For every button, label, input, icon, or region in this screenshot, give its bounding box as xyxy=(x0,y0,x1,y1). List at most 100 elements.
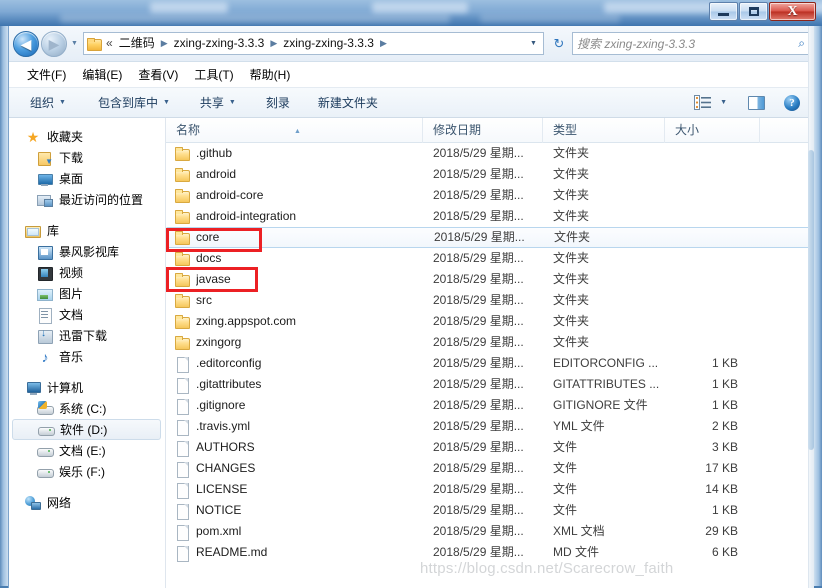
table-row[interactable]: android 2018/5/29 星期... 文件夹 xyxy=(166,164,814,185)
star-icon: ★ xyxy=(26,128,40,145)
sidebar-item-music[interactable]: ♪ 音乐 xyxy=(9,346,165,367)
breadcrumb-separator-icon[interactable]: ▶ xyxy=(267,36,280,51)
sidebar-item-favorites[interactable]: ★ 收藏夹 xyxy=(9,126,165,147)
cell-name[interactable]: README.md xyxy=(166,543,423,562)
cell-name[interactable]: android-core xyxy=(166,186,423,205)
help-button[interactable]: ? xyxy=(780,93,804,113)
cell-name[interactable]: core xyxy=(167,228,424,247)
table-row[interactable]: CHANGES 2018/5/29 星期... 文件 17 KB xyxy=(166,458,814,479)
cell-name[interactable]: NOTICE xyxy=(166,501,423,520)
back-button[interactable]: ◀ xyxy=(13,30,39,57)
address-input[interactable]: « 二维码 ▶ zxing-zxing-3.3.3 ▶ zxing-zxing-… xyxy=(83,32,544,55)
cell-name[interactable]: AUTHORS xyxy=(166,438,423,457)
recent-pages-button[interactable]: ▼ xyxy=(68,34,81,54)
sidebar-item-documents[interactable]: 文档 xyxy=(9,304,165,325)
search-box[interactable]: 搜索 zxing-zxing-3.3.3 ⌕ xyxy=(572,32,810,55)
sidebar-item-network[interactable]: 网络 xyxy=(9,492,165,513)
minimize-button[interactable] xyxy=(709,2,738,21)
sidebar-label: 文档 (E:) xyxy=(59,444,106,458)
title-bar[interactable]: X xyxy=(0,0,822,26)
table-row[interactable]: android-core 2018/5/29 星期... 文件夹 xyxy=(166,185,814,206)
view-dropdown-button[interactable]: ▼ xyxy=(719,97,731,108)
menu-file[interactable]: 文件(F) xyxy=(19,64,74,86)
sidebar-item-desktop[interactable]: 桌面 xyxy=(9,168,165,189)
menu-help[interactable]: 帮助(H) xyxy=(242,64,299,86)
table-row[interactable]: .github 2018/5/29 星期... 文件夹 xyxy=(166,143,814,164)
cell-name[interactable]: .gitattributes xyxy=(166,375,423,394)
menu-edit[interactable]: 编辑(E) xyxy=(74,64,130,86)
breadcrumb-overflow[interactable]: « xyxy=(104,34,116,53)
cell-name[interactable]: android-integration xyxy=(166,207,423,226)
column-header-name[interactable]: ▲ 名称 xyxy=(166,118,423,143)
table-row[interactable]: zxing.appspot.com 2018/5/29 星期... 文件夹 xyxy=(166,311,814,332)
refresh-button[interactable]: ↻ xyxy=(548,33,570,55)
close-button[interactable]: X xyxy=(769,2,816,21)
breadcrumb-separator-icon[interactable]: ▶ xyxy=(158,36,171,51)
sidebar-item-computer[interactable]: 计算机 xyxy=(9,377,165,398)
sidebar-item-downloads[interactable]: 下载 xyxy=(9,147,165,168)
cell-name[interactable]: CHANGES xyxy=(166,459,423,478)
table-row[interactable]: AUTHORS 2018/5/29 星期... 文件 3 KB xyxy=(166,437,814,458)
toolbar-burn[interactable]: 刻录 xyxy=(259,92,297,114)
cell-name[interactable]: src xyxy=(166,291,423,310)
toolbar-new-folder[interactable]: 新建文件夹 xyxy=(311,92,385,114)
file-list-pane[interactable]: ▲ 名称 修改日期 类型 大小 .github 2018/5/29 星期... 文件… xyxy=(166,118,814,588)
breadcrumb-item-0[interactable]: 二维码 xyxy=(116,34,158,53)
column-header-size[interactable]: 大小 xyxy=(665,118,760,143)
table-row[interactable]: LICENSE 2018/5/29 星期... 文件 14 KB xyxy=(166,479,814,500)
toolbar-organize[interactable]: 组织 ▼ xyxy=(23,92,73,114)
navigation-pane[interactable]: ★ 收藏夹 下载 桌面 最近访问的位置 xyxy=(9,118,166,588)
cell-name[interactable]: .github xyxy=(166,144,423,163)
sidebar-item-drive-d[interactable]: 软件 (D:) xyxy=(12,419,161,440)
sidebar-item-libraries[interactable]: 库 xyxy=(9,220,165,241)
table-row[interactable]: src 2018/5/29 星期... 文件夹 xyxy=(166,290,814,311)
cell-name[interactable]: android xyxy=(166,165,423,184)
sidebar-item-drive-c[interactable]: 系统 (C:) xyxy=(9,398,165,419)
maximize-button[interactable] xyxy=(739,2,768,21)
cell-date: 2018/5/29 星期... xyxy=(433,377,524,391)
cell-name[interactable]: javase xyxy=(166,270,423,289)
table-row[interactable]: core 2018/5/29 星期... 文件夹 xyxy=(166,227,814,248)
show-preview-pane-button[interactable] xyxy=(744,94,769,112)
table-row[interactable]: javase 2018/5/29 星期... 文件夹 xyxy=(166,269,814,290)
toolbar-share[interactable]: 共享 ▼ xyxy=(193,92,243,114)
cell-name[interactable]: docs xyxy=(166,249,423,268)
breadcrumb-separator-icon[interactable]: ▶ xyxy=(377,36,390,51)
menu-view[interactable]: 查看(V) xyxy=(130,64,186,86)
sidebar-item-videos[interactable]: 视频 xyxy=(9,262,165,283)
column-header-type[interactable]: 类型 xyxy=(543,118,665,143)
table-row[interactable]: .gitattributes 2018/5/29 星期... GITATTRIBUT… xyxy=(166,374,814,395)
cell-name[interactable]: zxing.appspot.com xyxy=(166,312,423,331)
sidebar-item-baofeng-library[interactable]: 暴风影视库 xyxy=(9,241,165,262)
cell-name[interactable]: pom.xml xyxy=(166,522,423,541)
column-header-date[interactable]: 修改日期 xyxy=(423,118,543,143)
table-row[interactable]: NOTICE 2018/5/29 星期... 文件 1 KB xyxy=(166,500,814,521)
sidebar-item-drive-e[interactable]: 文档 (E:) xyxy=(9,440,165,461)
table-row[interactable]: pom.xml 2018/5/29 星期... XML 文档 29 KB xyxy=(166,521,814,542)
table-row[interactable]: zxingorg 2018/5/29 星期... 文件夹 xyxy=(166,332,814,353)
breadcrumb-item-2[interactable]: zxing-zxing-3.3.3 xyxy=(280,34,377,53)
change-view-button[interactable] xyxy=(690,93,716,112)
breadcrumb-item-1[interactable]: zxing-zxing-3.3.3 xyxy=(171,34,268,53)
table-row[interactable]: .editorconfig 2018/5/29 星期... EDITORCONFIG… xyxy=(166,353,814,374)
cell-name[interactable]: .gitignore xyxy=(166,396,423,415)
cell-name[interactable]: LICENSE xyxy=(166,480,423,499)
cell-name[interactable]: .editorconfig xyxy=(166,354,423,373)
cell-name[interactable]: zxingorg xyxy=(166,333,423,352)
sidebar-item-drive-f[interactable]: 娱乐 (F:) xyxy=(9,461,165,482)
sidebar-item-thunder-download[interactable]: 迅雷下载 xyxy=(9,325,165,346)
search-input[interactable]: 搜索 zxing-zxing-3.3.3 xyxy=(577,35,798,52)
cell-name[interactable]: .travis.yml xyxy=(166,417,423,436)
scrollbar-thumb[interactable] xyxy=(808,150,814,450)
table-row[interactable]: android-integration 2018/5/29 星期... 文件夹 xyxy=(166,206,814,227)
address-dropdown-button[interactable]: ▼ xyxy=(526,34,541,53)
forward-button[interactable]: ▶ xyxy=(41,30,67,57)
table-row[interactable]: .travis.yml 2018/5/29 星期... YML 文件 2 KB xyxy=(166,416,814,437)
cell-type: YML 文件 xyxy=(553,419,605,433)
table-row[interactable]: docs 2018/5/29 星期... 文件夹 xyxy=(166,248,814,269)
menu-tools[interactable]: 工具(T) xyxy=(186,64,241,86)
sidebar-item-pictures[interactable]: 图片 xyxy=(9,283,165,304)
sidebar-item-recent-places[interactable]: 最近访问的位置 xyxy=(9,189,165,210)
toolbar-include-in-library[interactable]: 包含到库中 ▼ xyxy=(91,92,177,114)
table-row[interactable]: .gitignore 2018/5/29 星期... GITIGNORE 文件 1 K… xyxy=(166,395,814,416)
